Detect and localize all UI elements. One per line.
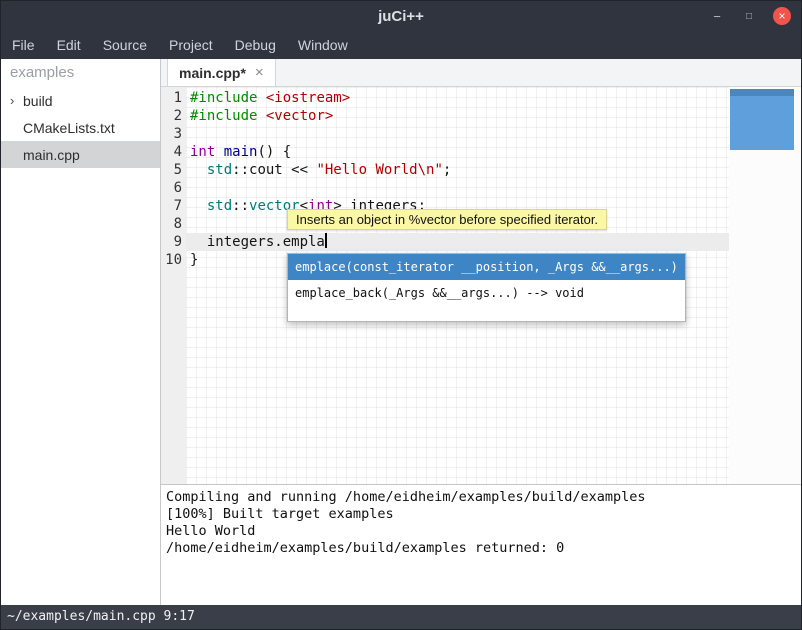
menubar: FileEditSourceProjectDebugWindow bbox=[1, 31, 801, 59]
code-token: #include bbox=[190, 90, 257, 106]
terminal-line: Hello World bbox=[166, 523, 801, 540]
window-title: juCi++ bbox=[1, 8, 801, 25]
code-token: #include bbox=[190, 108, 257, 124]
menu-window[interactable]: Window bbox=[287, 31, 359, 59]
file-tree-header: examples bbox=[1, 59, 160, 87]
code-token: <iostream> bbox=[266, 90, 350, 106]
line-number: 6 bbox=[161, 179, 182, 197]
text-cursor bbox=[325, 233, 327, 248]
completion-item[interactable]: emplace(const_iterator __position, _Args… bbox=[288, 254, 685, 280]
code-token: } bbox=[190, 252, 198, 268]
file-tree-pane: examples ›build CMakeLists.txt main.cpp bbox=[1, 59, 161, 605]
autocomplete-popup: emplace(const_iterator __position, _Args… bbox=[287, 253, 686, 322]
line-number: 4 bbox=[161, 143, 182, 161]
terminal-line: Compiling and running /home/eidheim/exam… bbox=[166, 489, 801, 506]
line-number: 8 bbox=[161, 215, 182, 233]
sidebar-item-label: main.cpp bbox=[23, 147, 80, 163]
minimize-button[interactable]: − bbox=[709, 7, 725, 25]
line-number: 5 bbox=[161, 161, 182, 179]
completion-item[interactable]: emplace_back(_Args &&__args...) --> void bbox=[288, 280, 685, 306]
content-area: examples ›build CMakeLists.txt main.cpp ma… bbox=[1, 59, 801, 605]
code-token: ; bbox=[443, 162, 451, 178]
tab-close-icon[interactable]: × bbox=[255, 64, 264, 81]
code-token bbox=[190, 198, 207, 214]
code-line-5[interactable]: std::cout << "Hello World\n"; bbox=[186, 161, 729, 179]
code-token: () { bbox=[257, 144, 291, 160]
file-tree: ›build CMakeLists.txt main.cpp bbox=[1, 87, 160, 168]
code-token: std bbox=[207, 198, 232, 214]
menu-debug[interactable]: Debug bbox=[224, 31, 287, 59]
code-token: <vector> bbox=[266, 108, 333, 124]
code-line-6[interactable] bbox=[186, 179, 729, 197]
code-token: "Hello World\n" bbox=[316, 162, 442, 178]
window-controls: − □ × bbox=[709, 7, 801, 25]
code-token: :: bbox=[232, 198, 249, 214]
restore-button[interactable]: □ bbox=[741, 7, 757, 25]
code-token: integers.empla bbox=[190, 234, 325, 250]
editor-pane: main.cpp* × 12345678910 #include <iostre… bbox=[161, 59, 801, 605]
line-number: 2 bbox=[161, 107, 182, 125]
source-editor: 12345678910 #include <iostream>#include … bbox=[161, 87, 801, 484]
menu-project[interactable]: Project bbox=[158, 31, 224, 59]
code-token bbox=[215, 144, 223, 160]
line-number: 7 bbox=[161, 197, 182, 215]
terminal-line: [100%] Built target examples bbox=[166, 506, 801, 523]
sidebar-item-build[interactable]: ›build bbox=[1, 87, 160, 114]
build-output-terminal[interactable]: Compiling and running /home/eidheim/exam… bbox=[161, 484, 801, 605]
code-token: int bbox=[190, 144, 215, 160]
menu-source[interactable]: Source bbox=[92, 31, 158, 59]
close-button[interactable]: × bbox=[773, 7, 791, 25]
code-line-4[interactable]: int main() { bbox=[186, 143, 729, 161]
line-number: 9 bbox=[161, 233, 182, 251]
sidebar-item-label: build bbox=[23, 93, 53, 109]
titlebar: juCi++ − □ × bbox=[1, 1, 801, 31]
jucipp-window: juCi++ − □ × FileEditSourceProjectDebugW… bbox=[0, 0, 802, 630]
statusbar: ~/examples/main.cpp 9:17 bbox=[1, 605, 801, 629]
scrollbar[interactable] bbox=[729, 87, 801, 484]
tabbar: main.cpp* × bbox=[161, 59, 801, 87]
code-token bbox=[257, 108, 265, 124]
menu-edit[interactable]: Edit bbox=[46, 31, 92, 59]
code-token bbox=[190, 162, 207, 178]
line-number: 10 bbox=[161, 251, 182, 269]
menu-file[interactable]: File bbox=[1, 31, 46, 59]
code-token: std bbox=[207, 162, 232, 178]
doc-tooltip: Inserts an object in %vector before spec… bbox=[287, 209, 607, 230]
code-token: ::cout << bbox=[232, 162, 316, 178]
code-line-1[interactable]: #include <iostream> bbox=[186, 89, 729, 107]
code-line-2[interactable]: #include <vector> bbox=[186, 107, 729, 125]
expander-icon[interactable]: › bbox=[10, 93, 23, 108]
scrollbar-thumb[interactable] bbox=[730, 89, 794, 150]
code-token bbox=[257, 90, 265, 106]
line-number: 3 bbox=[161, 125, 182, 143]
code-line-3[interactable] bbox=[186, 125, 729, 143]
line-number-gutter: 12345678910 bbox=[161, 87, 186, 484]
sidebar-item-cmakelists-txt[interactable]: CMakeLists.txt bbox=[1, 114, 160, 141]
sidebar-item-main-cpp[interactable]: main.cpp bbox=[1, 141, 160, 168]
tab-main-cpp[interactable]: main.cpp* × bbox=[167, 59, 276, 86]
tab-label: main.cpp* bbox=[179, 65, 246, 81]
sidebar-item-label: CMakeLists.txt bbox=[23, 120, 115, 136]
line-number: 1 bbox=[161, 89, 182, 107]
terminal-line: /home/eidheim/examples/build/examples re… bbox=[166, 540, 801, 557]
code-line-9[interactable]: integers.empla bbox=[186, 233, 729, 251]
code-token: main bbox=[224, 144, 258, 160]
